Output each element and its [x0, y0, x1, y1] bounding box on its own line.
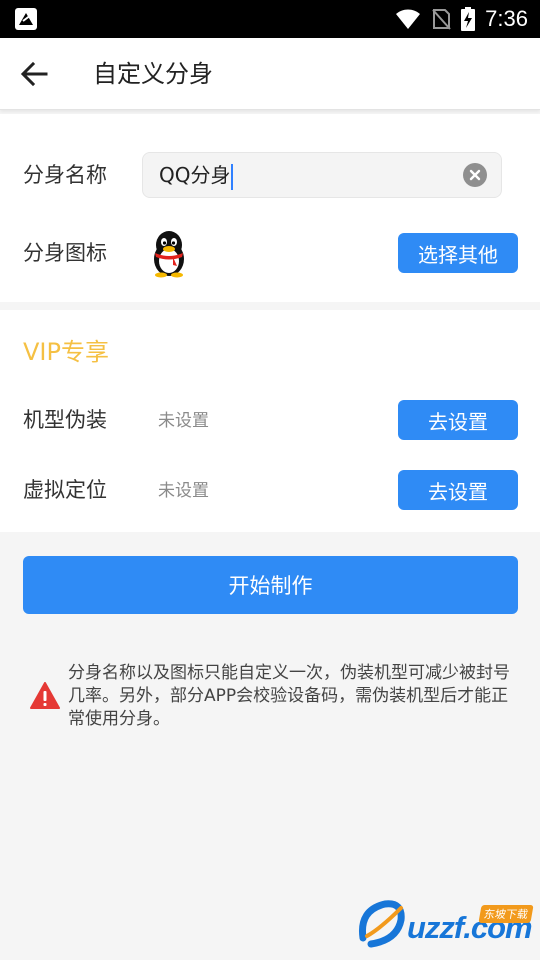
close-icon — [469, 169, 481, 181]
choose-other-icon-button[interactable]: 选择其他 — [398, 233, 518, 273]
text-caret — [231, 163, 234, 190]
virtual-location-status: 未设置 — [158, 481, 209, 501]
back-button[interactable] — [18, 58, 50, 90]
battery-charging-icon — [461, 7, 476, 31]
clear-input-button[interactable] — [463, 163, 487, 187]
clone-name-label: 分身名称 — [23, 163, 107, 187]
device-disguise-status: 未设置 — [158, 411, 209, 431]
device-disguise-label: 机型伪装 — [23, 408, 107, 432]
app-notification-icon — [15, 8, 37, 30]
arrow-left-icon — [20, 61, 48, 87]
uzzf-logo-icon — [358, 900, 405, 948]
warning-icon — [30, 682, 60, 709]
app-bar: 自定义分身 — [0, 38, 540, 110]
vip-card: VIP专享 机型伪装 未设置 去设置 虚拟定位 未设置 去设置 — [0, 310, 540, 532]
status-bar: 7:36 — [0, 0, 540, 38]
watermark-tag: 东坡下载 — [478, 905, 534, 923]
clone-settings-card: 分身名称 QQ分身 分身图标 选择其他 — [0, 114, 540, 302]
signal-no-sim-icon — [432, 9, 451, 30]
notice-text: 分身名称以及图标只能自定义一次，伪装机型可减少被封号几率。另外，部分APP会校验… — [68, 663, 510, 729]
virtual-location-set-button[interactable]: 去设置 — [398, 470, 518, 510]
uzzf-watermark-logo: uzzf.com 东坡下载 — [355, 896, 535, 948]
page-title: 自定义分身 — [93, 60, 213, 88]
wifi-icon — [396, 9, 421, 29]
status-time: 7:36 — [485, 6, 528, 31]
clone-icon-label: 分身图标 — [23, 241, 107, 265]
clone-name-value: QQ分身 — [159, 163, 231, 187]
vip-section-title: VIP专享 — [23, 338, 109, 366]
start-create-button[interactable]: 开始制作 — [23, 556, 518, 614]
clone-name-input[interactable]: QQ分身 — [142, 152, 502, 198]
qq-penguin-icon[interactable] — [146, 228, 192, 278]
virtual-location-label: 虚拟定位 — [23, 478, 107, 502]
device-disguise-set-button[interactable]: 去设置 — [398, 400, 518, 440]
